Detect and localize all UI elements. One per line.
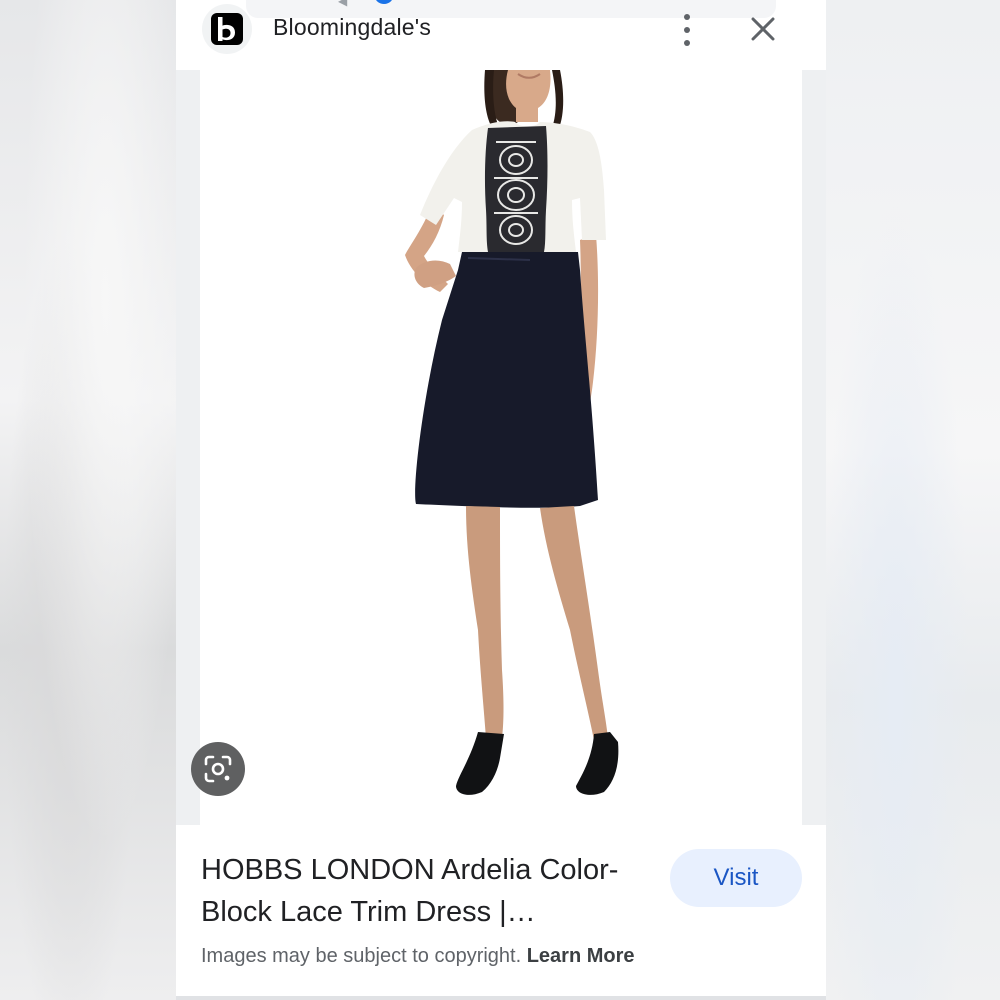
close-icon[interactable] bbox=[748, 14, 778, 44]
background-blur-right bbox=[826, 0, 1000, 1000]
site-logo[interactable] bbox=[202, 4, 252, 54]
more-vert-icon[interactable] bbox=[676, 14, 698, 46]
google-lens-icon bbox=[204, 755, 232, 783]
dress-model-illustration bbox=[405, 70, 619, 795]
site-name[interactable]: Bloomingdale's bbox=[273, 14, 431, 41]
back-arrow-icon: ◀ bbox=[338, 0, 348, 8]
bloomingdales-logo-icon bbox=[211, 13, 243, 45]
copyright-notice: Images may be subject to copyright. Lear… bbox=[201, 945, 635, 968]
image-area bbox=[176, 70, 826, 825]
bottom-divider bbox=[176, 996, 826, 1000]
product-title[interactable]: HOBBS LONDON Ardelia Color-Block Lace Tr… bbox=[201, 849, 651, 933]
image-info-panel: HOBBS LONDON Ardelia Color-Block Lace Tr… bbox=[176, 825, 826, 1000]
indicator-dot-icon bbox=[374, 0, 394, 4]
image-preview-card: ◀ Bloomingdale's HOBBS LONDON Ardelia Co… bbox=[176, 0, 826, 1000]
product-image[interactable] bbox=[200, 70, 802, 825]
copyright-text: Images may be subject to copyright. bbox=[201, 945, 527, 967]
learn-more-link[interactable]: Learn More bbox=[527, 945, 635, 967]
preview-header: ◀ Bloomingdale's bbox=[176, 0, 826, 70]
visit-button[interactable]: Visit bbox=[670, 849, 802, 907]
background-blur-left bbox=[0, 0, 176, 1000]
google-lens-button[interactable] bbox=[191, 742, 245, 796]
